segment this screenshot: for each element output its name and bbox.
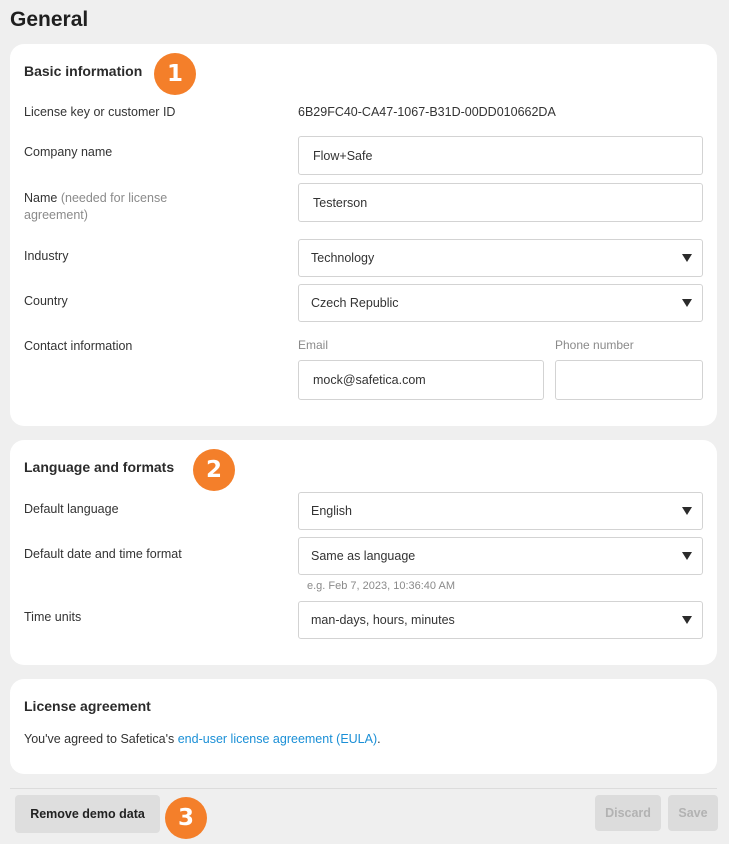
remove-demo-data-button[interactable]: Remove demo data <box>15 795 160 833</box>
company-name-value: Flow+Safe <box>313 148 373 163</box>
country-select[interactable]: Czech Republic <box>298 284 703 322</box>
step-badge-1: 1 <box>154 53 196 95</box>
license-text-prefix: You've agreed to Safetica's <box>24 732 178 746</box>
chevron-down-icon <box>682 616 692 624</box>
company-name-label: Company name <box>24 145 113 159</box>
name-label: Name (needed for license agreement) <box>24 190 194 224</box>
default-language-label: Default language <box>24 502 119 516</box>
name-label-text: Name <box>24 191 58 205</box>
email-sublabel: Email <box>298 338 329 352</box>
time-units-label: Time units <box>24 610 82 624</box>
time-units-value: man-days, hours, minutes <box>311 613 455 627</box>
license-agreement-text: You've agreed to Safetica's end-user lic… <box>24 732 381 746</box>
email-value: mock@safetica.com <box>313 373 426 387</box>
basic-information-title: Basic information <box>24 63 143 79</box>
date-format-label: Default date and time format <box>24 547 182 561</box>
country-label: Country <box>24 294 68 308</box>
date-format-example: e.g. Feb 7, 2023, 10:36:40 AM <box>307 580 455 592</box>
discard-button[interactable]: Discard <box>595 795 661 831</box>
step-badge-3: 3 <box>165 797 207 839</box>
license-key-value: 6B29FC40-CA47-1067-B31D-00DD010662DA <box>298 105 556 119</box>
license-key-label: License key or customer ID <box>24 105 176 119</box>
industry-select[interactable]: Technology <box>298 239 703 277</box>
chevron-down-icon <box>682 552 692 560</box>
page-title: General <box>10 8 89 31</box>
license-text-suffix: . <box>377 732 381 746</box>
date-format-select[interactable]: Same as language <box>298 537 703 575</box>
basic-information-card: Basic information 1 License key or custo… <box>10 44 717 426</box>
time-units-select[interactable]: man-days, hours, minutes <box>298 601 703 639</box>
phone-sublabel: Phone number <box>555 338 634 352</box>
step-badge-2: 2 <box>193 449 235 491</box>
company-name-input[interactable]: Flow+Safe <box>298 136 703 175</box>
save-button[interactable]: Save <box>668 795 718 831</box>
name-value: Testerson <box>313 195 368 210</box>
license-agreement-card: License agreement You've agreed to Safet… <box>10 679 717 774</box>
chevron-down-icon <box>682 254 692 262</box>
default-language-value: English <box>311 504 352 518</box>
email-input[interactable]: mock@safetica.com <box>298 360 544 400</box>
phone-number-input[interactable] <box>555 360 703 400</box>
industry-value: Technology <box>311 251 375 265</box>
license-agreement-title: License agreement <box>24 698 151 714</box>
date-format-value: Same as language <box>311 549 416 563</box>
eula-link[interactable]: end-user license agreement (EULA) <box>178 732 377 746</box>
country-value: Czech Republic <box>311 296 399 310</box>
name-input[interactable]: Testerson <box>298 183 703 222</box>
chevron-down-icon <box>682 507 692 515</box>
industry-label: Industry <box>24 249 69 263</box>
default-language-select[interactable]: English <box>298 492 703 530</box>
chevron-down-icon <box>682 299 692 307</box>
language-formats-title: Language and formats <box>24 459 175 475</box>
footer-divider <box>10 788 717 789</box>
contact-information-label: Contact information <box>24 339 133 353</box>
language-formats-card: Language and formats 2 Default language … <box>10 440 717 665</box>
